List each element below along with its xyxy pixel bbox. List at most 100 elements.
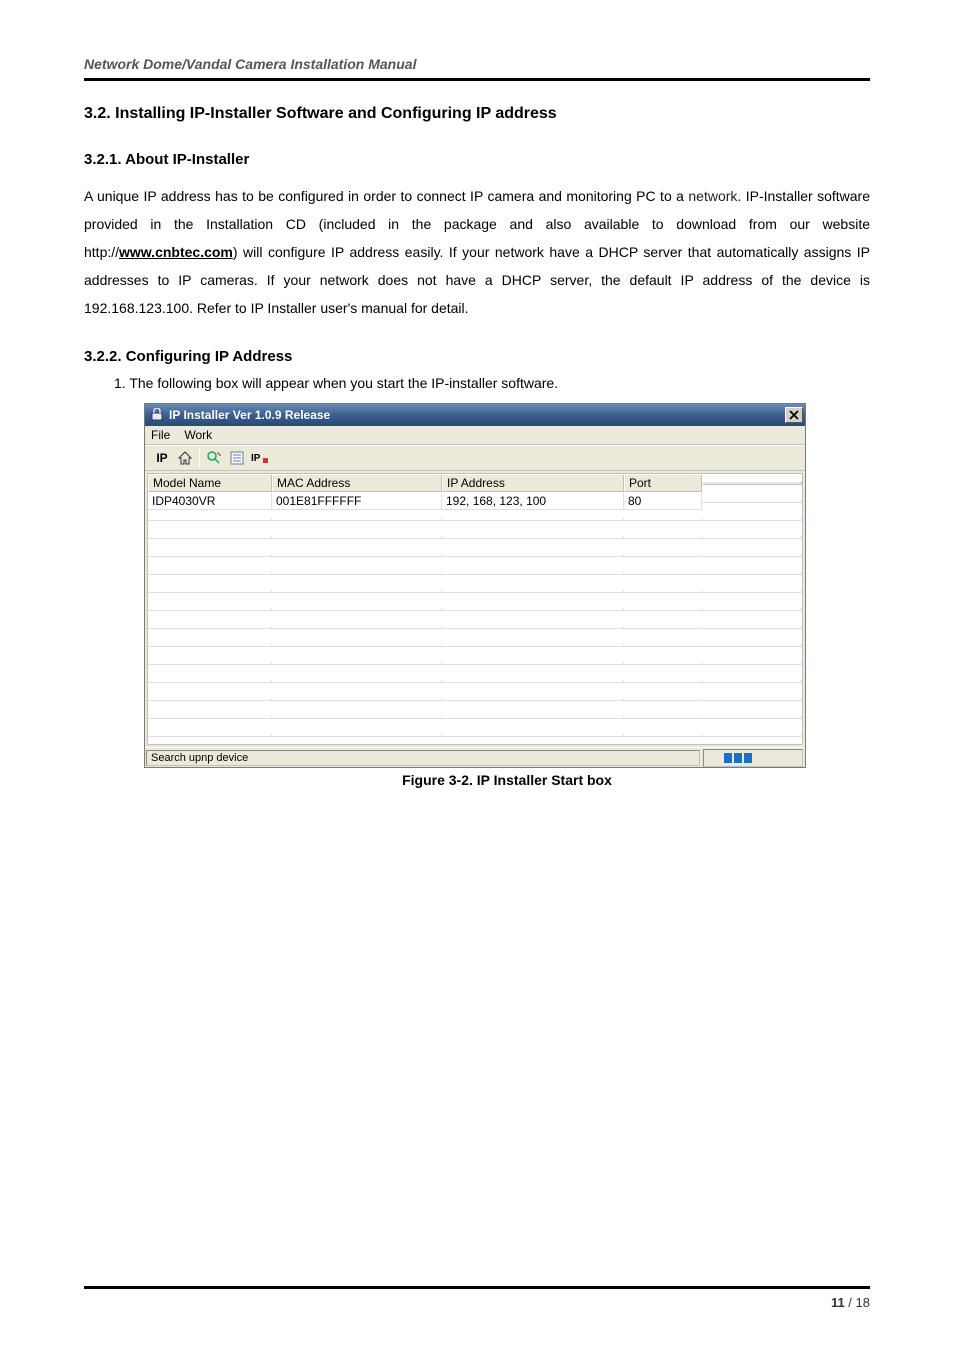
table-cell bbox=[442, 644, 624, 647]
table-cell bbox=[624, 716, 702, 719]
section-title: 3.2. Installing IP-Installer Software an… bbox=[84, 105, 870, 123]
table-cell bbox=[624, 626, 702, 629]
table-cell bbox=[272, 716, 442, 719]
table-cell bbox=[148, 644, 272, 647]
table-cell bbox=[272, 662, 442, 665]
table-cell bbox=[624, 554, 702, 557]
table-cell bbox=[272, 536, 442, 539]
table-row bbox=[148, 690, 802, 708]
home-icon[interactable] bbox=[174, 447, 196, 469]
table-cell bbox=[442, 626, 624, 629]
website-link[interactable]: www.cnbtec.com bbox=[119, 244, 233, 260]
table-row bbox=[148, 600, 802, 618]
table-cell bbox=[624, 608, 702, 611]
table-cell bbox=[148, 734, 272, 737]
table-row bbox=[148, 564, 802, 582]
table-cell bbox=[702, 626, 802, 629]
table-cell bbox=[624, 662, 702, 665]
search-refresh-icon[interactable] bbox=[203, 447, 225, 469]
title-bar: IP Installer Ver 1.0.9 Release bbox=[145, 404, 805, 426]
table-cell bbox=[272, 698, 442, 701]
table-cell bbox=[624, 536, 702, 539]
table-cell bbox=[702, 644, 802, 647]
table-cell bbox=[702, 536, 802, 539]
page-total: 18 bbox=[856, 1295, 870, 1310]
table-cell bbox=[272, 680, 442, 683]
table-cell bbox=[702, 572, 802, 575]
table-cell bbox=[272, 608, 442, 611]
table-row bbox=[148, 726, 802, 744]
table-cell bbox=[148, 518, 272, 521]
table-cell bbox=[442, 536, 624, 539]
table-cell bbox=[702, 716, 802, 719]
svg-text:IP: IP bbox=[251, 453, 261, 464]
subsection-321-body: A unique IP address has to be configured… bbox=[84, 182, 870, 322]
status-bar: Search upnp device bbox=[145, 747, 805, 767]
table-row[interactable]: IDP4030VR001E81FFFFFF192, 168, 123, 1008… bbox=[148, 492, 802, 510]
body-pre: A unique IP address has to be configured… bbox=[84, 188, 688, 204]
menu-file[interactable]: File bbox=[151, 428, 170, 442]
table-cell bbox=[702, 590, 802, 593]
col-spacer bbox=[702, 481, 802, 485]
table-cell: 80 bbox=[624, 493, 702, 510]
table-cell bbox=[624, 590, 702, 593]
page-sep: / bbox=[845, 1295, 856, 1310]
table-cell bbox=[148, 698, 272, 701]
table-cell bbox=[624, 734, 702, 737]
table-cell: 192, 168, 123, 100 bbox=[442, 493, 624, 510]
table-cell bbox=[702, 608, 802, 611]
page-footer: 11 / 18 bbox=[84, 1286, 870, 1310]
col-ip[interactable]: IP Address bbox=[442, 474, 624, 492]
grid-header: Model Name MAC Address IP Address Port bbox=[148, 474, 802, 492]
table-cell bbox=[442, 554, 624, 557]
table-cell bbox=[148, 590, 272, 593]
screenshot-container: IP Installer Ver 1.0.9 Release File Work… bbox=[144, 403, 870, 788]
table-row bbox=[148, 672, 802, 690]
table-row bbox=[148, 654, 802, 672]
grid-body: IDP4030VR001E81FFFFFF192, 168, 123, 1008… bbox=[148, 492, 802, 744]
table-cell bbox=[702, 518, 802, 521]
list-icon[interactable] bbox=[226, 447, 248, 469]
status-progress bbox=[703, 749, 803, 767]
table-cell bbox=[148, 572, 272, 575]
table-cell bbox=[702, 500, 802, 503]
toolbar-ip-button[interactable]: IP bbox=[151, 447, 173, 469]
toolbar: IP IP bbox=[145, 445, 805, 471]
table-cell: 001E81FFFFFF bbox=[272, 493, 442, 510]
col-model[interactable]: Model Name bbox=[148, 474, 272, 492]
table-cell bbox=[624, 644, 702, 647]
table-cell bbox=[272, 644, 442, 647]
table-cell bbox=[272, 626, 442, 629]
table-cell: IDP4030VR bbox=[148, 493, 272, 510]
table-cell bbox=[272, 572, 442, 575]
col-mac[interactable]: MAC Address bbox=[272, 474, 442, 492]
toolbar-separator bbox=[199, 448, 200, 468]
footer-rule bbox=[84, 1286, 870, 1289]
table-cell bbox=[442, 608, 624, 611]
table-cell bbox=[624, 518, 702, 521]
table-cell bbox=[272, 590, 442, 593]
table-cell bbox=[442, 734, 624, 737]
subsection-321-title: 3.2.1. About IP-Installer bbox=[84, 151, 870, 168]
ip-config-icon[interactable]: IP bbox=[249, 447, 271, 469]
figure-caption: Figure 3-2. IP Installer Start box bbox=[144, 772, 870, 788]
table-cell bbox=[442, 590, 624, 593]
table-row bbox=[148, 582, 802, 600]
menu-work[interactable]: Work bbox=[184, 428, 212, 442]
table-cell bbox=[148, 626, 272, 629]
table-cell bbox=[442, 518, 624, 521]
table-row bbox=[148, 618, 802, 636]
status-text: Search upnp device bbox=[146, 750, 700, 766]
page-current: 11 bbox=[831, 1295, 845, 1310]
table-cell bbox=[702, 734, 802, 737]
subsection-322-title: 3.2.2. Configuring IP Address bbox=[84, 348, 870, 365]
table-cell bbox=[272, 518, 442, 521]
table-cell bbox=[442, 698, 624, 701]
table-cell bbox=[702, 662, 802, 665]
header-rule bbox=[84, 78, 870, 81]
table-cell bbox=[148, 536, 272, 539]
close-button[interactable] bbox=[785, 407, 803, 423]
table-cell bbox=[272, 734, 442, 737]
table-cell bbox=[624, 572, 702, 575]
col-port[interactable]: Port bbox=[624, 474, 702, 492]
